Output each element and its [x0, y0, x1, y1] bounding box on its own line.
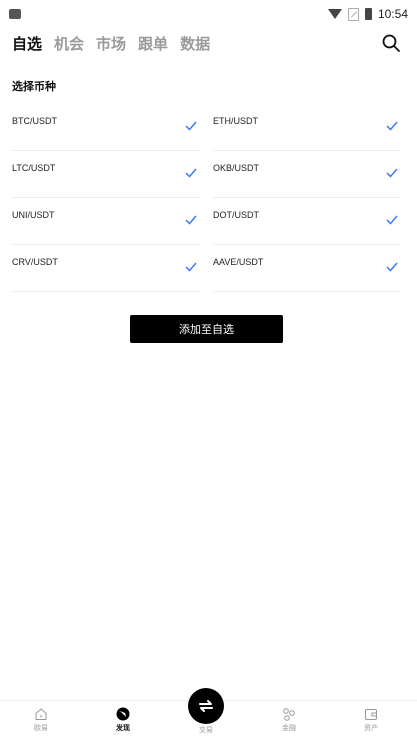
- finance-icon: [283, 708, 295, 721]
- nav-label: 资产: [364, 725, 378, 732]
- nav-item-discover[interactable]: 发现: [98, 707, 148, 733]
- nav-label-trade: 交易: [199, 727, 213, 734]
- no-sim-icon: [347, 7, 359, 21]
- coin-item-crv[interactable]: CRV/USDT: [12, 245, 200, 292]
- section-title: 选择币种: [12, 81, 56, 93]
- check-icon: [185, 215, 197, 225]
- coin-grid: BTC/USDT ETH/USDT LTC/USDT OKB/USDT UNI/…: [12, 104, 402, 292]
- coin-item-okb[interactable]: OKB/USDT: [213, 151, 401, 198]
- coin-name: DOT/USDT: [213, 210, 259, 220]
- coin-name: AAVE/USDT: [213, 257, 264, 267]
- coin-name: BTC/USDT: [12, 116, 57, 126]
- tab-data[interactable]: 数据: [180, 33, 210, 54]
- swap-icon: [199, 700, 213, 712]
- coin-item-aave[interactable]: AAVE/USDT: [213, 245, 401, 292]
- status-right: 10:54: [327, 7, 408, 21]
- status-bar: 10:54: [0, 0, 417, 28]
- coin-name: ETH/USDT: [213, 116, 258, 126]
- coin-item-uni[interactable]: UNI/USDT: [12, 198, 200, 245]
- check-icon: [185, 262, 197, 272]
- check-icon: [386, 121, 398, 131]
- tab-copy-trading[interactable]: 跟单: [138, 33, 168, 54]
- check-icon: [386, 262, 398, 272]
- status-left: [9, 9, 21, 19]
- check-icon: [386, 168, 398, 178]
- nav-label: 金融: [282, 725, 296, 732]
- tab-opportunities[interactable]: 机会: [54, 33, 84, 54]
- nav-item-finance[interactable]: 金融: [264, 707, 314, 733]
- coin-item-btc[interactable]: BTC/USDT: [12, 104, 200, 151]
- coin-name: UNI/USDT: [12, 210, 55, 220]
- discover-icon: [116, 707, 130, 721]
- tab-markets[interactable]: 市场: [96, 33, 126, 54]
- status-time: 10:54: [377, 7, 408, 21]
- trade-button[interactable]: [188, 688, 224, 724]
- nav-item-assets[interactable]: 资产: [346, 707, 396, 733]
- coin-item-ltc[interactable]: LTC/USDT: [12, 151, 200, 198]
- add-to-watchlist-button[interactable]: 添加至自选: [130, 315, 283, 343]
- nav-item-home[interactable]: 欧易: [16, 707, 66, 733]
- nav-label: 发现: [116, 725, 130, 732]
- nav-label: 欧易: [34, 725, 48, 732]
- check-icon: [185, 168, 197, 178]
- coin-item-eth[interactable]: ETH/USDT: [213, 104, 401, 151]
- top-tabs: 自选 机会 市场 跟单 数据: [0, 28, 417, 58]
- wallet-icon: [365, 709, 377, 720]
- tab-watchlist[interactable]: 自选: [12, 33, 42, 54]
- check-icon: [386, 215, 398, 225]
- battery-icon: [364, 8, 372, 20]
- home-icon: [35, 708, 47, 720]
- coin-name: CRV/USDT: [12, 257, 58, 267]
- gallery-icon: [9, 9, 21, 19]
- coin-item-dot[interactable]: DOT/USDT: [213, 198, 401, 245]
- coin-name: OKB/USDT: [213, 163, 260, 173]
- coin-name: LTC/USDT: [12, 163, 56, 173]
- bottom-nav: 欧易 发现 交易 金融 资产: [0, 688, 417, 741]
- wifi-icon: [327, 9, 342, 19]
- check-icon: [185, 121, 197, 131]
- search-icon[interactable]: [381, 33, 401, 53]
